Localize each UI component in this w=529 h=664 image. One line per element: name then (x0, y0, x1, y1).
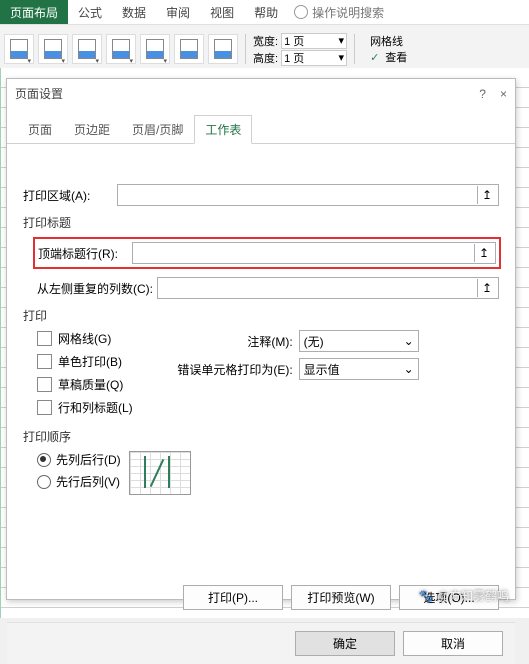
page-order-diagram (129, 451, 191, 495)
dialog-tabs: 页面 页边距 页眉/页脚 工作表 (7, 114, 515, 144)
separator (354, 34, 355, 64)
ribbon-tab-view[interactable]: 视图 (200, 0, 244, 24)
chevron-down-icon: ⌄ (404, 362, 414, 376)
ribbon-tab-page-layout[interactable]: 页面布局 (0, 0, 68, 24)
order-over-down-radio[interactable]: 先行后列(V) (37, 473, 121, 490)
errors-label: 错误单元格打印为(E): (173, 361, 293, 378)
dialog-body: 打印区域(A): ↥ 打印标题 顶端标题行(R): ↥ 从左侧重复的列数(C):… (7, 172, 515, 622)
help-icon[interactable]: ? (479, 87, 486, 101)
tab-header-footer[interactable]: 页眉/页脚 (121, 115, 194, 144)
ribbon-tab-review[interactable]: 审阅 (156, 0, 200, 24)
ok-button[interactable]: 确定 (295, 631, 395, 656)
ref-collapse-icon[interactable]: ↥ (477, 186, 496, 204)
dialog-title-bar: 页面设置 ? × (7, 79, 515, 108)
preview-button[interactable]: 打印预览(W) (291, 585, 391, 610)
page-setup-dialog: 页面设置 ? × 页面 页边距 页眉/页脚 工作表 打印区域(A): ↥ 打印标… (6, 78, 516, 600)
width-label: 宽度: (253, 33, 278, 49)
draft-check[interactable]: 草稿质量(Q) (37, 376, 133, 393)
separator (245, 34, 246, 64)
annotation-highlight-tabs (7, 144, 139, 172)
background-button[interactable] (174, 34, 204, 64)
order-down-over-radio[interactable]: 先列后行(D) (37, 451, 121, 468)
gridlines-label: 网格线 (370, 33, 407, 49)
checkbox-icon (37, 400, 52, 415)
width-select[interactable]: 1 页▾ (281, 33, 347, 49)
radio-icon (37, 475, 51, 489)
print-titles-button[interactable] (208, 34, 238, 64)
height-label: 高度: (253, 50, 278, 66)
comments-label: 注释(M): (173, 333, 293, 350)
print-section-label: 打印 (23, 307, 499, 324)
print-area-button[interactable]: ▾ (106, 34, 136, 64)
dialog-footer: 确定 取消 (7, 622, 515, 664)
tell-me-search[interactable]: 操作说明搜索 (294, 0, 384, 24)
check-icon: ✓ (370, 51, 379, 64)
bulb-icon (294, 5, 308, 19)
errors-select[interactable]: 显示值 ⌄ (299, 358, 419, 380)
orientation-button[interactable]: ▾ (38, 34, 68, 64)
dialog-title: 页面设置 (15, 85, 63, 102)
sheet-options: 网格线 ✓ 查看 (370, 33, 407, 65)
cancel-button[interactable]: 取消 (403, 631, 503, 656)
checkbox-icon (37, 331, 52, 346)
cols-repeat-input[interactable]: ↥ (157, 277, 499, 299)
ribbon-tab-formulas[interactable]: 公式 (68, 0, 112, 24)
ref-collapse-icon[interactable]: ↥ (474, 244, 493, 262)
ribbon-tab-help[interactable]: 帮助 (244, 0, 288, 24)
rowcol-check[interactable]: 行和列标题(L) (37, 399, 133, 416)
rows-repeat-input[interactable]: ↥ (132, 242, 496, 264)
ref-collapse-icon[interactable]: ↥ (477, 279, 496, 297)
comments-select[interactable]: (无) ⌄ (299, 330, 419, 352)
cols-repeat-row: 从左侧重复的列数(C): ↥ (37, 277, 499, 299)
tab-sheet[interactable]: 工作表 (194, 115, 252, 144)
order-section-label: 打印顺序 (23, 428, 499, 445)
print-area-label: 打印区域(A): (23, 187, 113, 204)
tab-margins[interactable]: 页边距 (63, 115, 121, 144)
view-check-label[interactable]: 查看 (385, 49, 407, 65)
radio-icon (37, 453, 51, 467)
rows-repeat-row: 顶端标题行(R): ↥ (33, 237, 501, 269)
chevron-down-icon: ⌄ (404, 334, 414, 348)
bw-check[interactable]: 单色打印(B) (37, 353, 133, 370)
tab-page[interactable]: 页面 (17, 115, 63, 144)
close-icon[interactable]: × (500, 87, 507, 101)
print-area-input[interactable]: ↥ (117, 184, 499, 206)
rows-repeat-label: 顶端标题行(R): (38, 245, 128, 262)
print-button[interactable]: 打印(P)... (183, 585, 283, 610)
cols-repeat-label: 从左侧重复的列数(C): (37, 280, 153, 297)
ribbon-tab-data[interactable]: 数据 (112, 0, 156, 24)
breaks-button[interactable]: ▾ (140, 34, 170, 64)
options-button[interactable]: 选项(O)... (399, 585, 499, 610)
tell-me-label: 操作说明搜索 (312, 4, 384, 21)
print-titles-section-label: 打印标题 (23, 214, 499, 231)
checkbox-icon (37, 354, 52, 369)
scale-to-fit-group: 宽度: 1 页▾ 高度: 1 页▾ (253, 33, 347, 66)
print-area-row: 打印区域(A): ↥ (23, 184, 499, 206)
gridlines-check[interactable]: 网格线(G) (37, 330, 133, 347)
size-button[interactable]: ▾ (72, 34, 102, 64)
margins-button[interactable]: ▾ (4, 34, 34, 64)
height-select[interactable]: 1 页▾ (281, 50, 347, 66)
ribbon-tabs: 页面布局 公式 数据 审阅 视图 帮助 操作说明搜索 (0, 0, 529, 25)
ribbon-toolbar: ▾ ▾ ▾ ▾ ▾ 宽度: 1 页▾ 高度: 1 页▾ 网格线 ✓ 查看 (0, 25, 529, 74)
checkbox-icon (37, 377, 52, 392)
